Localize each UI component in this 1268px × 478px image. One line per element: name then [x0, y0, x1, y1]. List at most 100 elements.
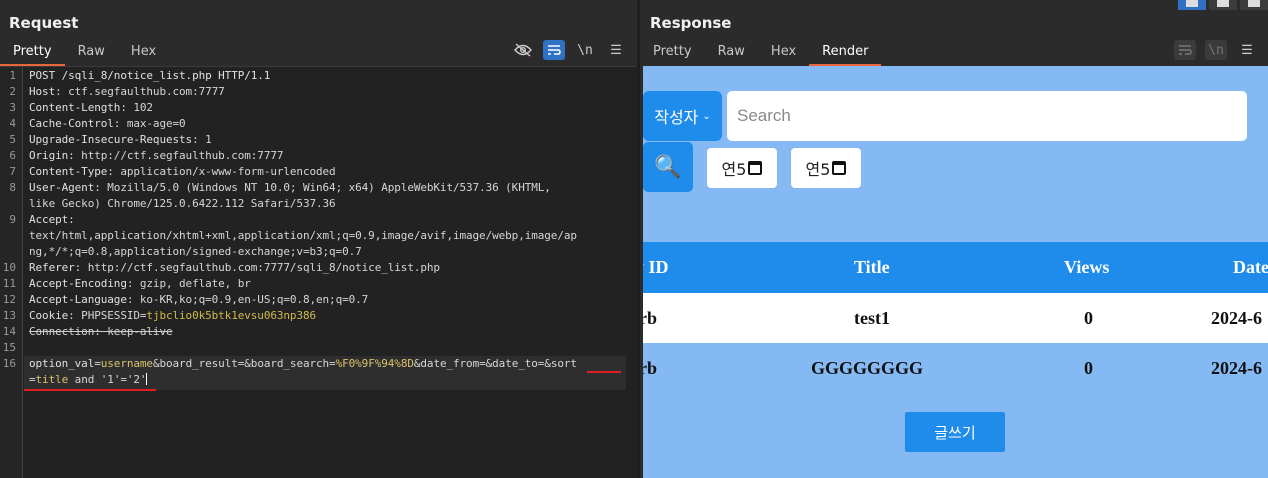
code-line: ng,*/*;q=0.8,application/signed-exchange…: [29, 245, 362, 258]
code-line: =title and '1'='2': [29, 373, 148, 386]
date-from-input[interactable]: 연5: [707, 148, 777, 188]
cell-title[interactable]: GGGGGGGG: [811, 343, 923, 393]
line-number: 12: [2, 293, 16, 306]
code-token: %F0%9F%94%8D: [335, 357, 414, 370]
line-number: 14: [2, 325, 16, 338]
column-header-id: y ID: [643, 257, 669, 277]
code-token: username: [100, 357, 153, 370]
code-token: : max-age=0: [113, 117, 186, 130]
code-token: text/html,application/xhtml+xml,applicat…: [29, 229, 577, 242]
line-number: 5: [9, 133, 16, 146]
code-token: POST /sqli_8/notice_list.php HTTP/1.1: [29, 69, 271, 82]
code-token: ng,*/*;q=0.8,application/signed-exchange…: [29, 245, 362, 258]
tab-request-hex[interactable]: Hex: [118, 42, 169, 66]
cell-views: 0: [1084, 308, 1093, 328]
line-number: 13: [2, 309, 16, 322]
text-caret: [146, 373, 148, 385]
code-line: Content-Length: 102: [29, 101, 153, 114]
code-line: Origin: http://ctf.segfaulthub.com:7777: [29, 149, 283, 162]
newline-toggle[interactable]: \n: [1205, 40, 1227, 60]
menu-icon[interactable]: ☰: [605, 40, 627, 60]
code-token: and '1'='2': [68, 373, 147, 386]
cell-title[interactable]: test1: [854, 293, 890, 343]
tab-response-hex[interactable]: Hex: [758, 42, 809, 66]
search-button[interactable]: 🔍: [643, 142, 693, 192]
line-number: 2: [9, 85, 16, 98]
code-token: : PHPSESSID=: [68, 309, 147, 322]
code-token: tjbclio0k5btk1evsu063np386: [146, 309, 317, 322]
select-value: 작성자: [654, 108, 699, 127]
search-icon: 🔍: [654, 154, 682, 180]
line-number: 11: [2, 277, 16, 290]
layout-side-by-side-icon[interactable]: [1178, 0, 1206, 10]
cell-views: 0: [1084, 358, 1093, 378]
search-field-select[interactable]: 작성자 ⌄: [643, 91, 722, 141]
line-gutter: 1 2 3 4 5 6 7 8 9 10 11 12 13 14 15 16: [0, 67, 23, 478]
column-header-title: Title: [854, 257, 890, 277]
column-header-views: Views: [1064, 257, 1110, 277]
chevron-down-icon: ⌄: [702, 110, 711, 122]
tab-response-render[interactable]: Render: [809, 42, 882, 66]
menu-icon[interactable]: ☰: [1236, 40, 1258, 60]
line-number: 4: [9, 117, 16, 130]
request-title: Request: [9, 14, 79, 32]
code-line: Cookie: PHPSESSID=tjbclio0k5btk1evsu063n…: [29, 309, 316, 322]
code-token: User-Agent: [29, 181, 95, 194]
request-toolbar: \n ☰: [512, 40, 627, 60]
code-token: Cookie: [29, 309, 69, 322]
code-token: : gzip, deflate, br: [126, 277, 251, 290]
request-editor[interactable]: 1 2 3 4 5 6 7 8 9 10 11 12 13 14 15 16 POST /sqli_8/not…: [0, 66, 637, 478]
calendar-icon[interactable]: [748, 161, 763, 175]
line-number: 10: [2, 261, 16, 274]
table-row[interactable]: rb GGGGGGGG 0 2024-6: [643, 343, 1268, 393]
code-line: Host: ctf.segfaulthub.com:7777: [29, 85, 225, 98]
line-number: 3: [9, 101, 16, 114]
table-row[interactable]: rb test1 0 2024-6: [643, 293, 1268, 343]
code-line: Connection: keep-alive: [29, 325, 173, 338]
code-line: Accept:: [29, 213, 75, 226]
tab-response-raw[interactable]: Raw: [705, 42, 758, 66]
code-token: : http://ctf.segfaulthub.com:7777/sqli_8…: [74, 261, 440, 274]
tab-request-pretty[interactable]: Pretty: [0, 42, 65, 66]
code-token: Accept: [29, 213, 69, 226]
line-number: 15: [2, 341, 16, 354]
code-line: User-Agent: Mozilla/5.0 (Windows NT 10.0…: [29, 181, 551, 194]
cell-writer: rb: [643, 358, 657, 378]
code-token: &date_from=&date_to=&sort: [413, 357, 577, 370]
tab-response-pretty[interactable]: Pretty: [640, 42, 705, 66]
code-token: Cache-Control: [29, 117, 114, 130]
code-token: :: [68, 213, 75, 226]
code-line: POST /sqli_8/notice_list.php HTTP/1.1: [29, 69, 270, 82]
code-line: Content-Type: application/x-www-form-url…: [29, 165, 336, 178]
code-token: Upgrade-Insecure-Requests: [29, 133, 193, 146]
code-token: Content-Type: [29, 165, 108, 178]
code-token: : application/x-www-form-urlencoded: [107, 165, 336, 178]
code-token: : 1: [192, 133, 212, 146]
tab-request-raw[interactable]: Raw: [65, 42, 118, 66]
code-token: : http://ctf.segfaulthub.com:7777: [68, 149, 284, 162]
annotation-underline-sort: [587, 371, 621, 373]
layout-stacked-icon[interactable]: [1209, 0, 1237, 10]
write-post-button[interactable]: 글쓰기: [905, 412, 1005, 452]
code-line: like Gecko) Chrome/125.0.6422.112 Safari…: [29, 197, 336, 210]
response-toolbar: \n ☰: [1174, 40, 1258, 60]
line-number: 7: [9, 165, 16, 178]
code-token: : Mozilla/5.0 (Windows NT 10.0; Win64; x…: [94, 181, 551, 194]
code-token: : ctf.segfaulthub.com:7777: [55, 85, 225, 98]
newline-toggle[interactable]: \n: [574, 40, 596, 60]
cell-date: 2024-6: [1211, 358, 1262, 378]
line-number: 8: [9, 181, 16, 194]
code-token: like Gecko) Chrome/125.0.6422.112 Safari…: [29, 197, 336, 210]
code-token: title: [35, 373, 69, 386]
wrap-icon[interactable]: [543, 40, 565, 60]
calendar-icon[interactable]: [832, 161, 847, 175]
code-token: : ko-KR,ko;q=0.9,en-US;q=0.8,en;q=0.7: [126, 293, 369, 306]
code-line: Upgrade-Insecure-Requests: 1: [29, 133, 212, 146]
date-to-input[interactable]: 연5: [791, 148, 861, 188]
request-pane: Request Pretty Raw Hex \n ☰ 1 2 3 4 5 6 7 8 9 10 1…: [0, 0, 637, 478]
wrap-icon[interactable]: [1174, 40, 1196, 60]
layout-tabs-icon[interactable]: [1240, 0, 1268, 10]
layout-switcher: [1178, 0, 1268, 10]
search-input[interactable]: [727, 91, 1247, 141]
eye-off-icon[interactable]: [512, 40, 534, 60]
